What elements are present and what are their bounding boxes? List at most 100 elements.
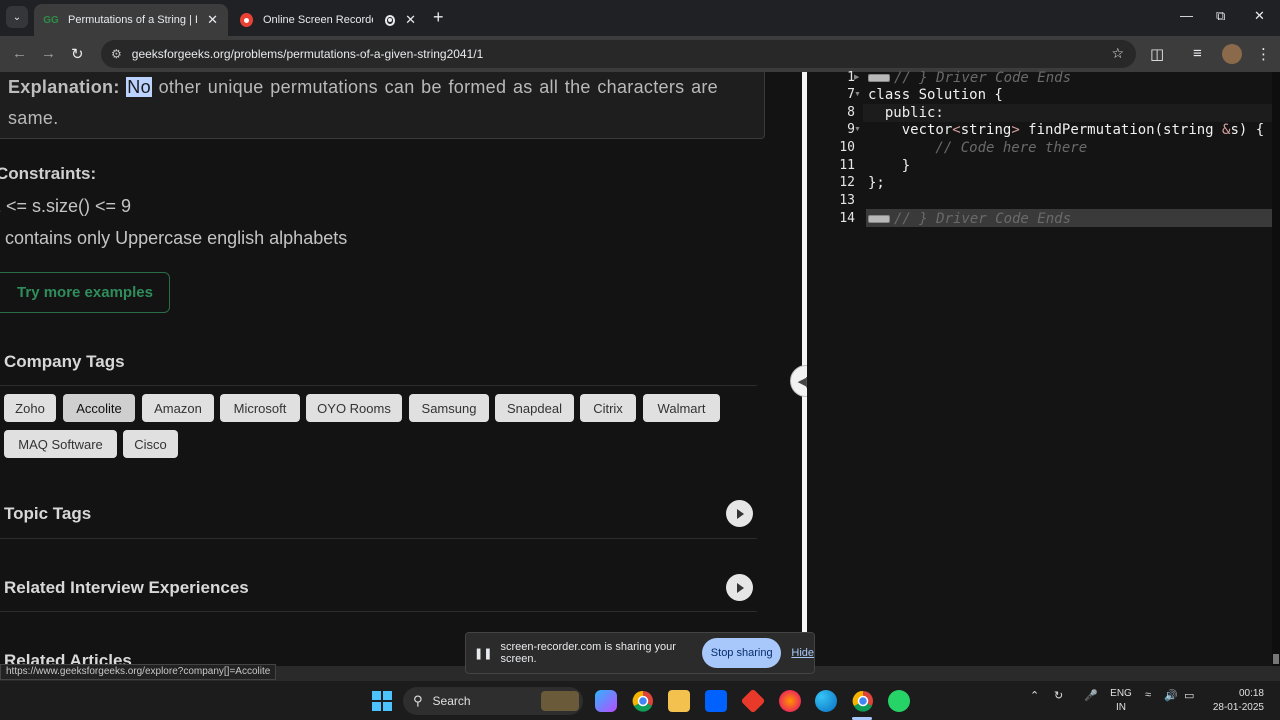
browser-toolbar: ← → ↻ ⚙ geeksforgeeks.org/problems/permu… [0,36,1280,72]
code-line: } [868,158,911,174]
status-url-bubble: https://www.geeksforgeeks.org/explore?co… [0,664,277,680]
problem-panel: Explanation: No other unique permutation… [0,72,802,666]
edge-icon[interactable] [815,690,837,712]
folded-code-icon[interactable] [868,215,890,223]
microphone-icon[interactable]: 🎤 [1084,689,1098,702]
recorder-favicon-icon [240,13,253,27]
company-tag[interactable]: Cisco [123,430,178,458]
restore-icon[interactable]: ⧉ [1216,8,1225,24]
copilot-icon[interactable] [595,690,617,712]
constraints-title: Constraints: [0,164,97,183]
fold-arrow-icon[interactable]: ▼ [854,91,861,98]
search-icon: ⚲ [413,693,423,708]
tab-screen-recorder[interactable]: Online Screen Recorder ✕ [230,4,426,36]
company-tags-title: Company Tags [4,352,125,371]
code-editor[interactable]: 1 ▶ 7 ▼ 8 9 ▼ 10 11 12 13 14 // } Driver… [807,70,1280,666]
company-tag[interactable]: Accolite [63,394,135,422]
file-explorer-icon[interactable] [668,690,690,712]
wifi-icon[interactable]: ≈ [1145,689,1151,701]
hide-link[interactable]: Hide [791,647,814,659]
code-line: }; [868,175,885,191]
line-number: 13 [839,193,855,208]
gfg-favicon-icon: GG [43,14,59,26]
constraint-line: s contains only Uppercase english alphab… [0,228,348,248]
folded-code-icon[interactable] [868,74,890,82]
line-number: 8 [847,105,855,120]
code-line: vector<string> findPermutation(string &s… [868,122,1265,138]
selected-word: No [126,77,152,97]
profile-avatar[interactable] [1222,44,1242,64]
company-tag[interactable]: Microsoft [220,394,300,422]
dropbox-icon[interactable] [705,690,727,712]
volume-icon[interactable]: 🔊 [1164,689,1178,702]
try-more-examples-button[interactable]: Try more examples [0,272,170,313]
company-tag[interactable]: MAQ Software [4,430,117,458]
code-line: class Solution { [868,87,1003,103]
company-tag[interactable]: Samsung [409,394,489,422]
close-window-icon[interactable]: ✕ [1254,8,1265,24]
stop-sharing-button[interactable]: Stop sharing [702,638,782,668]
chrome-active-icon[interactable] [852,690,874,712]
bookmark-star-icon[interactable]: ☆ [1111,45,1124,62]
company-tag[interactable]: Citrix [580,394,636,422]
code-line: public: [868,105,944,121]
taskbar-search[interactable]: ⚲ Search [403,687,583,715]
tab-permutations[interactable]: GG Permutations of a String | Practi ✕ [34,4,228,36]
scrollbar-thumb[interactable] [1273,654,1279,664]
minimize-icon[interactable]: — [1180,8,1193,23]
constraint-line: 1 <= s.size() <= 9 [0,196,132,216]
language-code: ENG [1110,688,1132,699]
fold-arrow-icon[interactable]: ▶ [854,73,859,81]
line-number: 14 [839,211,855,226]
fold-arrow-icon[interactable]: ▼ [854,126,861,133]
topic-tags-title[interactable]: Topic Tags [4,504,91,524]
tab-title: Permutations of a String | Practi [68,14,197,26]
pause-icon: ❚❚ [474,647,493,660]
windows-start-icon[interactable] [371,690,393,712]
related-experiences-title[interactable]: Related Interview Experiences [4,578,249,598]
clock-date: 28-01-2025 [1212,702,1264,713]
firefox-icon[interactable] [779,690,801,712]
sync-icon[interactable]: ↻ [1054,689,1063,702]
whatsapp-icon[interactable] [888,690,910,712]
divider [0,611,757,612]
region-code: IN [1116,702,1126,713]
reload-icon[interactable]: ↻ [71,45,84,63]
chrome-icon[interactable] [632,690,654,712]
tray-overflow-icon[interactable]: ⌃ [1030,689,1039,702]
language-indicator[interactable]: ENG IN [1109,687,1133,715]
anydesk-icon[interactable] [740,688,766,714]
editor-scrollbar[interactable] [1272,72,1280,666]
company-tag[interactable]: OYO Rooms [306,394,402,422]
windows-taskbar: ⚲ Search ⌃ ↻ 🎤 ENG IN ≈ 🔊 ▭ 00:18 28-01-… [0,680,1280,720]
clock-time: 00:18 [1238,688,1264,699]
chrome-menu-icon[interactable]: ⋮ [1256,45,1271,63]
recording-indicator-icon [384,14,396,26]
tab-strip: ⌄ GG Permutations of a String | Practi ✕… [0,0,1280,36]
explanation-text: Explanation: No other unique permutation… [8,72,718,134]
back-icon[interactable]: ← [12,45,27,62]
expand-topic-tags-icon[interactable] [726,500,753,527]
close-tab-icon[interactable]: ✕ [405,12,416,28]
company-tag[interactable]: Zoho [4,394,56,422]
site-info-icon[interactable]: ⚙ [111,47,122,61]
extensions-icon[interactable]: ◫ [1150,45,1164,63]
battery-icon[interactable]: ▭ [1184,689,1194,702]
search-highlight-icon [541,691,579,711]
expand-related-experiences-icon[interactable] [726,574,753,601]
company-tag[interactable]: Amazon [142,394,214,422]
tab-search-icon[interactable]: ⌄ [6,6,28,28]
new-tab-icon[interactable]: + [433,7,444,28]
address-bar[interactable]: ⚙ geeksforgeeks.org/problems/permutation… [101,40,1136,68]
media-control-icon[interactable]: ≡ [1193,45,1202,62]
code-line: // } Driver Code Ends [868,70,1071,86]
close-tab-icon[interactable]: ✕ [207,12,218,28]
line-number-gutter: 1 ▶ 7 ▼ 8 9 ▼ 10 11 12 13 14 [807,70,863,666]
tab-title: Online Screen Recorder [263,14,373,26]
company-tag[interactable]: Snapdeal [495,394,574,422]
system-clock[interactable]: 00:18 28-01-2025 [1210,687,1264,715]
url-text: geeksforgeeks.org/problems/permutations-… [131,47,484,61]
line-number: 12 [839,175,855,190]
company-tag[interactable]: Walmart [643,394,720,422]
forward-icon[interactable]: → [41,45,56,62]
